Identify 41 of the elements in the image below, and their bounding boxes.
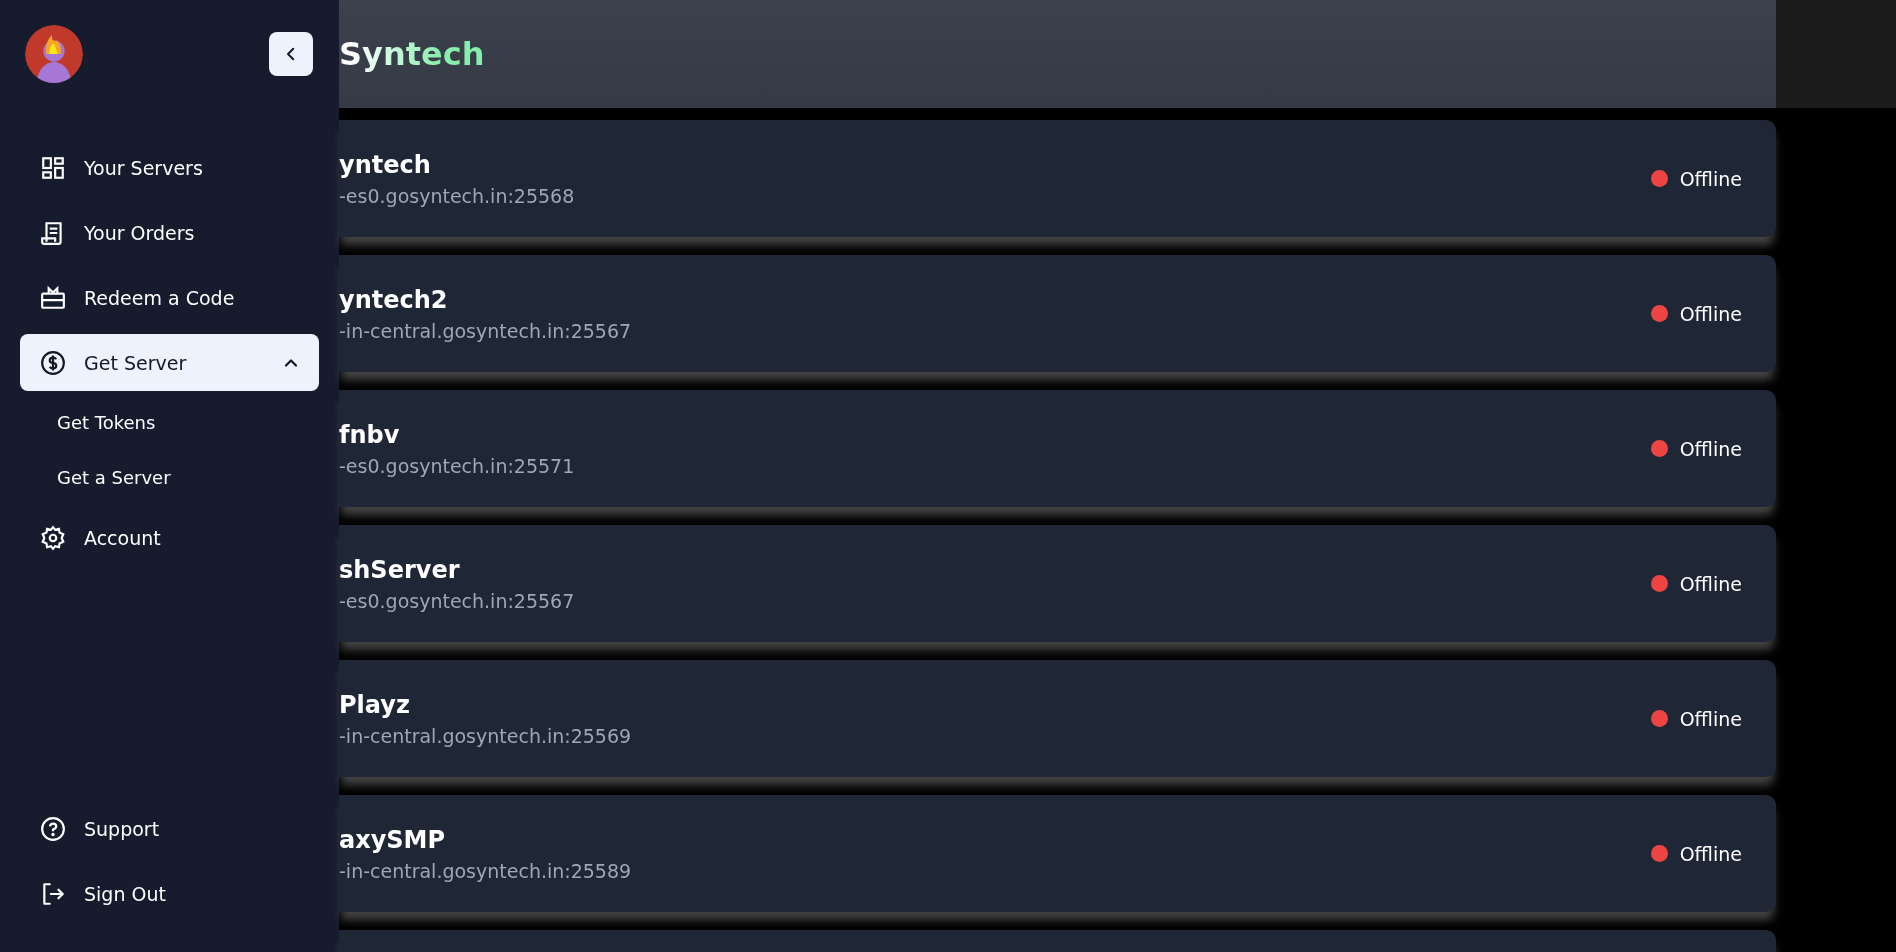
status-label: Offline xyxy=(1679,572,1742,595)
status-label: Offline xyxy=(1679,842,1742,865)
gift-card-icon xyxy=(40,284,66,311)
nav-item[interactable]: Your Servers xyxy=(20,139,319,196)
server-name: shServer xyxy=(339,555,461,584)
server-name: Playz xyxy=(339,690,411,719)
server-name: axySMP xyxy=(339,825,447,854)
server-address: -es0.gosyntech.in:25567 xyxy=(339,589,575,612)
server-address: -in-central.gosyntech.in:25569 xyxy=(339,724,632,747)
server-card[interactable]: Playz -in-central.gosyntech.in:25569 Offline xyxy=(339,660,1776,777)
server-address: -in-central.gosyntech.in:25589 xyxy=(339,859,632,882)
server-name: yntech xyxy=(339,150,432,179)
server-card[interactable]: yntech2 -in-central.gosyntech.in:25567 Offline xyxy=(339,255,1776,372)
collapse-button[interactable] xyxy=(269,32,313,76)
nav-item[interactable]: Account xyxy=(20,509,319,566)
server-card[interactable]: shServer -es0.gosyntech.in:25567 Offline xyxy=(339,525,1776,642)
submenu-item[interactable]: Get Tokens xyxy=(20,399,319,446)
server-name: fnbv xyxy=(339,420,401,449)
server-address: -in-central.gosyntech.in:25567 xyxy=(339,319,632,342)
status-label: Offline xyxy=(1679,302,1742,325)
nav-item[interactable]: Redeem a Code xyxy=(20,269,319,326)
server-address: -es0.gosyntech.in:25571 xyxy=(339,454,575,477)
status-label: Offline xyxy=(1679,167,1742,190)
status-label: Offline xyxy=(1679,707,1742,730)
nav-item[interactable]: Sign Out xyxy=(20,865,319,922)
server-card[interactable]: axySMP -in-central.gosyntech.in:25589 Offline xyxy=(339,795,1776,912)
nav-item[interactable]: Get Server xyxy=(20,334,319,391)
server-card[interactable]: yntech -es0.gosyntech.in:25568 Offline xyxy=(339,120,1776,237)
dashboard-icon xyxy=(40,154,66,181)
server-card[interactable]: fnbv -es0.gosyntech.in:25571 Offline xyxy=(339,390,1776,507)
dollar-icon xyxy=(40,349,66,376)
submenu-item[interactable]: Get a Server xyxy=(20,454,319,501)
server-address: -es0.gosyntech.in:25568 xyxy=(339,184,575,207)
help-icon xyxy=(40,815,66,842)
nav-item[interactable]: Your Orders xyxy=(20,204,319,261)
status-label: Offline xyxy=(1679,437,1742,460)
server-name: yntech2 xyxy=(339,285,449,314)
sign-out-icon xyxy=(40,880,66,907)
avatar[interactable] xyxy=(25,25,83,83)
nav-item[interactable]: Support xyxy=(20,800,319,857)
settings-icon xyxy=(40,524,66,551)
